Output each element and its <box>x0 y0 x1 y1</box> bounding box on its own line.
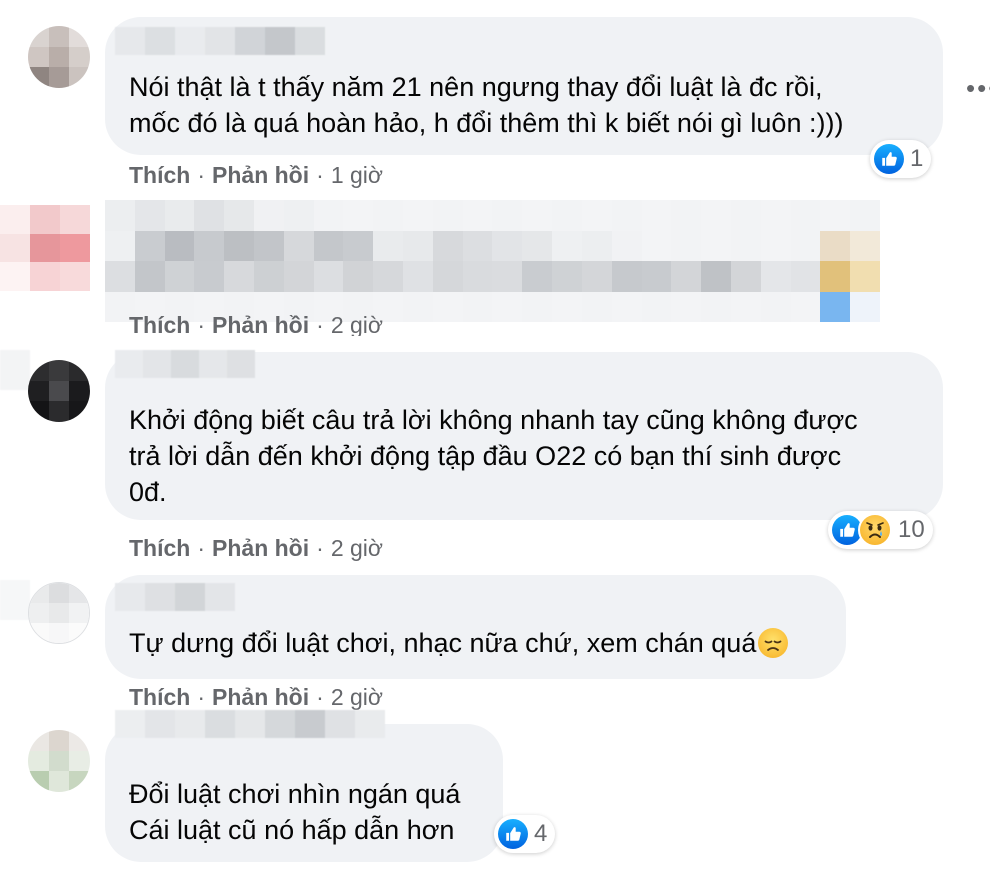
like-button[interactable]: Thích <box>129 684 190 710</box>
timestamp[interactable]: 2 giờ <box>331 684 383 710</box>
comment-bubble: Tự dưng đổi luật chơi, nhạc nữa chứ, xem… <box>105 575 846 679</box>
more-options-icon[interactable]: ••• <box>966 75 990 101</box>
comment-text: Khởi động biết câu trả lời không nhanh t… <box>129 405 858 507</box>
timestamp[interactable]: 2 giờ <box>331 535 383 561</box>
reply-button[interactable]: Phản hồi <box>212 314 309 336</box>
reply-button[interactable]: Phản hồi <box>212 162 309 188</box>
author-name[interactable] <box>115 583 235 611</box>
avatar[interactable] <box>28 582 90 644</box>
reaction-count: 4 <box>534 820 548 847</box>
author-name[interactable] <box>115 710 385 738</box>
author-name[interactable] <box>115 350 255 378</box>
sad-icon <box>858 513 892 547</box>
like-icon <box>498 819 528 849</box>
reply-button[interactable]: Phản hồi <box>212 684 309 710</box>
reply-button[interactable]: Phản hồi <box>212 535 309 561</box>
comment-bubble: Đổi luật chơi nhìn ngán quá Cái luật cũ … <box>105 710 503 862</box>
like-button[interactable]: Thích <box>129 314 190 336</box>
avatar[interactable] <box>28 26 90 88</box>
timestamp[interactable]: 2 giờ <box>331 314 383 336</box>
comment-text: Tự dưng đổi luật chơi, nhạc nữa chứ, xem… <box>129 625 789 661</box>
reaction-count: 1 <box>910 145 924 172</box>
avatar[interactable] <box>28 730 90 792</box>
comment-text: Nói thật là t thấy năm 21 nên ngưng thay… <box>129 72 844 138</box>
comment-text: Đổi luật chơi nhìn ngán quá Cái luật cũ … <box>129 779 461 845</box>
reaction-summary[interactable]: 10 <box>828 511 933 549</box>
reaction-summary[interactable]: 1 <box>870 140 932 178</box>
timestamp[interactable]: 1 giờ <box>331 162 383 188</box>
avatar[interactable] <box>28 360 90 422</box>
avatar[interactable] <box>0 205 90 291</box>
reaction-summary[interactable]: 4 <box>494 815 556 853</box>
comment-actions: Thích · Phản hồi · 2 giờ <box>129 684 383 710</box>
like-icon <box>874 144 904 174</box>
like-button[interactable]: Thích <box>129 162 190 188</box>
author-name-overflow <box>0 580 30 620</box>
like-button[interactable]: Thích <box>129 535 190 561</box>
comment-actions: Thích · Phản hồi · 2 giờ <box>129 314 383 336</box>
comment-bubble: Nói thật là t thấy năm 21 nên ngưng thay… <box>105 17 943 155</box>
comment-bubble: Khởi động biết câu trả lời không nhanh t… <box>105 350 943 520</box>
reaction-count: 10 <box>898 516 925 543</box>
author-name-overflow <box>0 350 30 390</box>
disappointed-face-emoji <box>758 628 789 658</box>
comment-actions: Thích · Phản hồi · 2 giờ <box>129 535 383 561</box>
comment-actions: Thích · Phản hồi · 1 giờ <box>129 162 383 188</box>
comment-bubble-blurred <box>105 200 880 322</box>
author-name[interactable] <box>115 27 325 55</box>
